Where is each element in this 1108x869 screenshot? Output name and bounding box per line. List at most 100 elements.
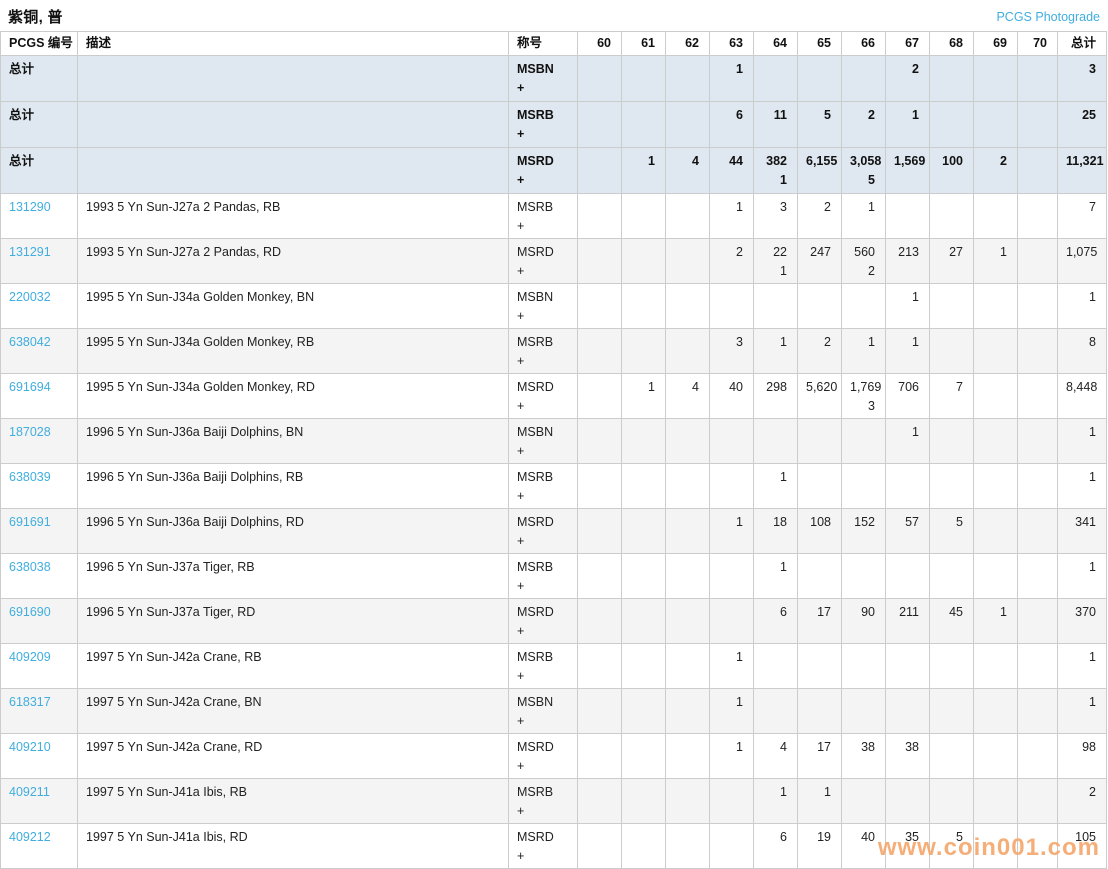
col-header-65: 65 [798, 32, 842, 56]
pcgs-number-link[interactable]: 220032 [9, 290, 51, 304]
grade-61-cell [622, 824, 666, 869]
grade-67-cell: 1,569 [886, 148, 930, 194]
pcgs-number-link[interactable]: 638039 [9, 470, 51, 484]
grade-60-cell [578, 374, 622, 419]
description-cell: 1996 5 Yn Sun-J37a Tiger, RB [78, 554, 509, 599]
grade-67-cell [886, 779, 930, 824]
table-row: 4092091997 5 Yn Sun-J42a Crane, RBMSRB+1… [1, 644, 1107, 689]
grade-61-cell [622, 599, 666, 644]
pcgs-number-link[interactable]: 409212 [9, 830, 51, 844]
pcgs-number-link[interactable]: 691694 [9, 380, 51, 394]
pcgs-number-link[interactable]: 409209 [9, 650, 51, 664]
pcgs-number-link[interactable]: 409211 [9, 785, 50, 799]
grade-62-cell [666, 194, 710, 239]
total-label: 总计 [9, 62, 34, 76]
grade-65-cell: 5,620 [798, 374, 842, 419]
grade-68-cell: 27 [930, 239, 974, 284]
grade-66-cell [842, 554, 886, 599]
table-row: 6380391996 5 Yn Sun-J36a Baiji Dolphins,… [1, 464, 1107, 509]
col-header-designation: 称号 [509, 32, 578, 56]
total-cell: 1 [1058, 554, 1107, 599]
description-cell: 1997 5 Yn Sun-J41a Ibis, RB [78, 779, 509, 824]
description-cell: 1993 5 Yn Sun-J27a 2 Pandas, RD [78, 239, 509, 284]
grade-61-cell [622, 329, 666, 374]
pcgs-number-link[interactable]: 131290 [9, 200, 51, 214]
description-cell [78, 56, 509, 102]
grade-61-cell [622, 689, 666, 734]
grade-68-cell [930, 102, 974, 148]
grade-62-cell [666, 599, 710, 644]
grade-63-cell: 1 [710, 509, 754, 554]
grade-63-cell [710, 284, 754, 329]
grade-64-cell [754, 644, 798, 689]
grade-67-cell: 706 [886, 374, 930, 419]
description-cell: 1993 5 Yn Sun-J27a 2 Pandas, RB [78, 194, 509, 239]
description-cell: 1997 5 Yn Sun-J42a Crane, RB [78, 644, 509, 689]
grade-67-cell: 2 [886, 56, 930, 102]
grade-67-cell [886, 644, 930, 689]
pcgs-photograde-link[interactable]: PCGS Photograde [996, 10, 1100, 24]
grade-65-cell: 17 [798, 599, 842, 644]
grade-60-cell [578, 329, 622, 374]
grade-65-cell [798, 56, 842, 102]
grade-61-cell [622, 194, 666, 239]
grade-63-cell [710, 464, 754, 509]
pcgs-number-link[interactable]: 187028 [9, 425, 51, 439]
grade-67-cell: 1 [886, 102, 930, 148]
pcgs-number-cell: 638038 [1, 554, 78, 599]
table-row: 1312901993 5 Yn Sun-J27a 2 Pandas, RBMSR… [1, 194, 1107, 239]
grade-68-cell: 7 [930, 374, 974, 419]
pcgs-number-link[interactable]: 638038 [9, 560, 51, 574]
grade-61-cell [622, 419, 666, 464]
grade-66-cell [842, 284, 886, 329]
col-header-62: 62 [666, 32, 710, 56]
grade-69-cell [974, 374, 1018, 419]
grade-63-cell [710, 824, 754, 869]
grade-69-cell [974, 734, 1018, 779]
grade-67-cell [886, 464, 930, 509]
grade-64-cell: 1 [754, 464, 798, 509]
total-label-cell: 总计 [1, 56, 78, 102]
grade-69-cell [974, 102, 1018, 148]
designation-cell: MSRB+ [509, 464, 578, 509]
pcgs-number-link[interactable]: 691690 [9, 605, 51, 619]
total-row: 总计MSRB+61152125 [1, 102, 1107, 148]
table-row: 4092101997 5 Yn Sun-J42a Crane, RDMSRD+1… [1, 734, 1107, 779]
total-label-cell: 总计 [1, 148, 78, 194]
total-label: 总计 [9, 154, 34, 168]
grade-65-cell: 2 [798, 329, 842, 374]
grade-65-cell: 17 [798, 734, 842, 779]
grade-66-cell [842, 689, 886, 734]
grade-64-cell: 6 [754, 824, 798, 869]
pcgs-number-link[interactable]: 131291 [9, 245, 51, 259]
grade-60-cell [578, 56, 622, 102]
grade-62-cell [666, 329, 710, 374]
grade-64-cell: 221 [754, 239, 798, 284]
total-cell: 1 [1058, 689, 1107, 734]
pcgs-number-cell: 131291 [1, 239, 78, 284]
grade-65-cell: 19 [798, 824, 842, 869]
grade-66-cell: 38 [842, 734, 886, 779]
grade-70-cell [1018, 824, 1058, 869]
pcgs-number-cell: 409210 [1, 734, 78, 779]
designation-cell: MSBN+ [509, 689, 578, 734]
grade-66-cell: 1 [842, 194, 886, 239]
grade-68-cell [930, 779, 974, 824]
col-header-69: 69 [974, 32, 1018, 56]
grade-62-cell [666, 734, 710, 779]
table-row: 1312911993 5 Yn Sun-J27a 2 Pandas, RDMSR… [1, 239, 1107, 284]
grade-61-cell: 1 [622, 148, 666, 194]
grade-63-cell: 2 [710, 239, 754, 284]
pcgs-number-link[interactable]: 409210 [9, 740, 51, 754]
grade-62-cell [666, 56, 710, 102]
designation-cell: MSRB+ [509, 779, 578, 824]
grade-60-cell [578, 824, 622, 869]
grade-69-cell [974, 464, 1018, 509]
grade-62-cell [666, 464, 710, 509]
grade-69-cell [974, 509, 1018, 554]
grade-65-cell: 2 [798, 194, 842, 239]
pcgs-number-link[interactable]: 618317 [9, 695, 51, 709]
grade-69-cell [974, 284, 1018, 329]
pcgs-number-link[interactable]: 638042 [9, 335, 51, 349]
pcgs-number-link[interactable]: 691691 [9, 515, 51, 529]
